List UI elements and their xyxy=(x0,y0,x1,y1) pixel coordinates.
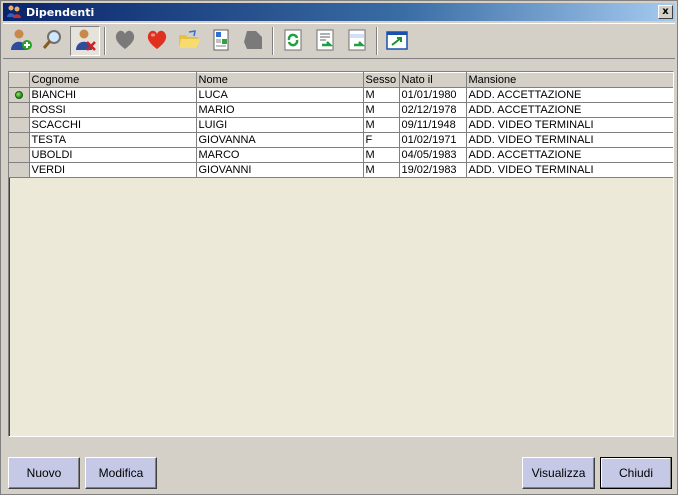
cell-nato-il[interactable]: 01/02/1971 xyxy=(399,132,467,148)
folder-open-button[interactable] xyxy=(174,26,204,56)
info-document-icon xyxy=(345,28,369,55)
column-header-sesso[interactable]: Sesso xyxy=(363,72,400,88)
employees-grid[interactable]: Cognome Nome Sesso Nato il Mansione BIAN… xyxy=(8,71,674,437)
cell-nome[interactable]: LUIGI xyxy=(196,117,364,133)
document-refresh-icon xyxy=(313,28,337,55)
cell-nome[interactable]: GIOVANNA xyxy=(196,132,364,148)
cell-mansione[interactable]: ADD. VIDEO TERMINALI xyxy=(466,132,673,148)
gray-heart-icon xyxy=(113,28,137,55)
user-delete-button[interactable] xyxy=(70,26,100,56)
cell-nome[interactable]: LUCA xyxy=(196,87,364,103)
title-bar[interactable]: Dipendenti x xyxy=(3,3,675,21)
toolbar-separator xyxy=(376,27,378,55)
cell-nato-il[interactable]: 01/01/1980 xyxy=(399,87,467,103)
visualizza-button[interactable]: Visualizza xyxy=(522,457,595,489)
cell-mansione[interactable]: ADD. VIDEO TERMINALI xyxy=(466,162,673,178)
cell-sesso[interactable]: M xyxy=(363,87,400,103)
red-heart-icon xyxy=(145,28,169,55)
cell-cognome[interactable]: ROSSI xyxy=(29,102,197,118)
cell-nome[interactable]: GIOVANNI xyxy=(196,162,364,178)
row-indicator[interactable] xyxy=(9,102,30,118)
cell-cognome[interactable]: SCACCHI xyxy=(29,117,197,133)
search-button[interactable] xyxy=(38,26,68,56)
current-row-icon xyxy=(14,91,23,100)
cell-nato-il[interactable]: 19/02/1983 xyxy=(399,162,467,178)
column-header-nato-il[interactable]: Nato il xyxy=(399,72,467,88)
gray-heart-button[interactable] xyxy=(110,26,140,56)
user-add-icon xyxy=(9,28,33,55)
window-title: Dipendenti xyxy=(26,5,95,19)
cell-sesso[interactable]: M xyxy=(363,102,400,118)
user-delete-icon xyxy=(73,28,97,55)
table-row[interactable]: VERDI GIOVANNI M 19/02/1983 ADD. VIDEO T… xyxy=(9,162,673,178)
row-indicator-header xyxy=(9,72,30,88)
cell-sesso[interactable]: F xyxy=(363,132,400,148)
magnifier-icon xyxy=(41,28,65,55)
nuovo-button[interactable]: Nuovo xyxy=(8,457,80,489)
cell-nome[interactable]: MARIO xyxy=(196,102,364,118)
cell-cognome[interactable]: BIANCHI xyxy=(29,87,197,103)
close-button[interactable]: x xyxy=(658,5,673,19)
row-indicator[interactable] xyxy=(9,162,30,178)
cell-sesso[interactable]: M xyxy=(363,147,400,163)
table-row[interactable]: ROSSI MARIO M 02/12/1978 ADD. ACCETTAZIO… xyxy=(9,102,673,118)
column-header-mansione[interactable]: Mansione xyxy=(466,72,673,88)
row-indicator[interactable] xyxy=(9,117,30,133)
export-window-button[interactable] xyxy=(382,26,412,56)
cell-mansione[interactable]: ADD. ACCETTAZIONE xyxy=(466,87,673,103)
toolbar-separator xyxy=(272,27,274,55)
cell-nome[interactable]: MARCO xyxy=(196,147,364,163)
cell-nato-il[interactable]: 02/12/1978 xyxy=(399,102,467,118)
row-indicator[interactable] xyxy=(9,147,30,163)
row-indicator[interactable] xyxy=(9,132,30,148)
cell-cognome[interactable]: TESTA xyxy=(29,132,197,148)
refresh-button[interactable] xyxy=(278,26,308,56)
gray-shape-button[interactable] xyxy=(238,26,268,56)
cell-mansione[interactable]: ADD. ACCETTAZIONE xyxy=(466,147,673,163)
dipendenti-window: Dipendenti x Cognome Nome Sesso Nato il … xyxy=(0,0,678,495)
column-header-cognome[interactable]: Cognome xyxy=(29,72,197,88)
cell-nato-il[interactable]: 04/05/1983 xyxy=(399,147,467,163)
table-row[interactable]: UBOLDI MARCO M 04/05/1983 ADD. ACCETTAZI… xyxy=(9,147,673,163)
modifica-button[interactable]: Modifica xyxy=(85,457,157,489)
gray-shape-icon xyxy=(241,28,265,55)
table-row[interactable]: SCACCHI LUIGI M 09/11/1948 ADD. VIDEO TE… xyxy=(9,117,673,133)
table-row[interactable]: BIANCHI LUCA M 01/01/1980 ADD. ACCETTAZI… xyxy=(9,87,673,103)
cell-cognome[interactable]: VERDI xyxy=(29,162,197,178)
toolbar-separator xyxy=(104,27,106,55)
folder-open-icon xyxy=(177,28,201,55)
info-document-button[interactable] xyxy=(342,26,372,56)
cell-nato-il[interactable]: 09/11/1948 xyxy=(399,117,467,133)
table-header-row: Cognome Nome Sesso Nato il Mansione xyxy=(9,72,673,88)
column-header-nome[interactable]: Nome xyxy=(196,72,364,88)
toolbar xyxy=(3,23,675,59)
id-card-button[interactable] xyxy=(206,26,236,56)
cell-sesso[interactable]: M xyxy=(363,117,400,133)
cell-sesso[interactable]: M xyxy=(363,162,400,178)
document-refresh-button[interactable] xyxy=(310,26,340,56)
table-row[interactable]: TESTA GIOVANNA F 01/02/1971 ADD. VIDEO T… xyxy=(9,132,673,148)
users-icon xyxy=(6,4,22,20)
id-card-icon xyxy=(209,28,233,55)
user-add-button[interactable] xyxy=(6,26,36,56)
employees-table: Cognome Nome Sesso Nato il Mansione BIAN… xyxy=(9,72,673,178)
red-heart-button[interactable] xyxy=(142,26,172,56)
cell-mansione[interactable]: ADD. ACCETTAZIONE xyxy=(466,102,673,118)
row-indicator[interactable] xyxy=(9,87,30,103)
cell-cognome[interactable]: UBOLDI xyxy=(29,147,197,163)
refresh-icon xyxy=(281,28,305,55)
export-window-icon xyxy=(385,28,409,55)
chiudi-button[interactable]: Chiudi xyxy=(600,457,672,489)
cell-mansione[interactable]: ADD. VIDEO TERMINALI xyxy=(466,117,673,133)
